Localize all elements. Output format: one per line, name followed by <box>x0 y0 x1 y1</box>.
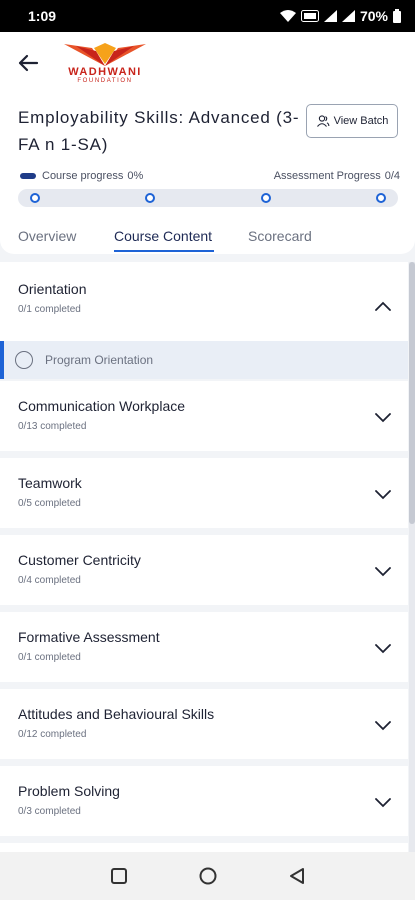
wadhwani-logo: WADHWANI FOUNDATION <box>60 42 150 84</box>
progress-milestone <box>145 193 156 203</box>
lesson-title: Program Orientation <box>45 353 154 367</box>
signal-icon <box>341 10 355 22</box>
module-formative-assessment[interactable]: Formative Assessment 0/1 completed <box>0 612 408 682</box>
progress-milestone <box>30 193 40 203</box>
status-icons: 70% <box>279 8 401 24</box>
tab-course-content[interactable]: Course Content <box>114 228 212 244</box>
view-batch-button[interactable]: View Batch <box>306 104 398 138</box>
course-progress-value: 0% <box>127 170 144 182</box>
module-status: 0/13 completed <box>18 421 87 432</box>
square-icon <box>110 868 127 884</box>
people-icon <box>316 115 329 127</box>
wifi-icon <box>279 10 296 22</box>
chevron-down-icon[interactable] <box>374 485 392 503</box>
home-button[interactable] <box>198 866 218 886</box>
logo-wings-icon <box>64 43 146 66</box>
chevron-down-icon[interactable] <box>374 793 392 811</box>
chevron-up-icon[interactable] <box>374 298 392 316</box>
progress-milestone <box>260 193 271 203</box>
module-status: 0/4 completed <box>18 575 81 586</box>
status-bar: 1:09 70% <box>0 0 415 32</box>
module-title: Formative Assessment <box>18 629 160 645</box>
module-orientation[interactable]: Orientation 0/1 completed Program Orient… <box>0 262 408 379</box>
course-progress-label: Course progress <box>42 170 124 182</box>
recents-button[interactable] <box>110 867 128 885</box>
battery-percent: 70% <box>359 8 388 24</box>
chevron-down-icon[interactable] <box>374 639 392 657</box>
triangle-back-icon <box>289 868 304 884</box>
chevron-down-icon[interactable] <box>374 716 392 734</box>
logo-subtitle: FOUNDATION <box>77 78 133 84</box>
progress-milestone <box>376 193 386 203</box>
module-status: 0/1 completed <box>18 652 81 663</box>
circle-icon <box>199 867 216 885</box>
module-title: Customer Centricity <box>18 552 141 568</box>
module-title: Problem Solving <box>18 783 120 799</box>
course-progress-legend-swatch <box>20 173 36 179</box>
volte-icon <box>300 10 319 22</box>
lesson-radio[interactable] <box>15 351 33 369</box>
module-customer-centricity[interactable]: Customer Centricity 0/4 completed <box>0 535 408 605</box>
module-next-partial[interactable] <box>0 843 408 852</box>
module-status: 0/12 completed <box>18 729 87 740</box>
module-title: Attitudes and Behavioural Skills <box>18 706 215 722</box>
chevron-down-icon[interactable] <box>374 408 392 426</box>
scrollbar[interactable] <box>409 262 415 852</box>
module-status: 0/5 completed <box>18 498 81 509</box>
module-problem-solving[interactable]: Problem Solving 0/3 completed <box>0 766 408 836</box>
back-button[interactable] <box>12 47 44 79</box>
module-teamwork[interactable]: Teamwork 0/5 completed <box>0 458 408 528</box>
view-batch-label: View Batch <box>333 115 389 127</box>
course-title: Employability Skills: Advanced (3-FA n 1… <box>18 108 300 154</box>
module-list[interactable]: Orientation 0/1 completed Program Orient… <box>0 262 408 852</box>
arrow-left-icon <box>18 54 39 72</box>
lesson-program-orientation[interactable]: Program Orientation <box>0 341 408 379</box>
progress-row: Course progress 0% Assessment Progress 0… <box>20 168 400 184</box>
module-status: 0/1 completed <box>18 304 81 315</box>
scrollbar-thumb[interactable] <box>409 262 415 524</box>
module-title: Orientation <box>18 281 87 297</box>
course-progress-bar <box>18 189 398 207</box>
module-title: Communication Workplace <box>18 398 186 414</box>
assessment-progress-label: Assessment Progress <box>273 170 381 182</box>
tab-overview[interactable]: Overview <box>18 228 76 244</box>
tab-scorecard[interactable]: Scorecard <box>248 228 312 244</box>
back-nav-button[interactable] <box>288 867 306 885</box>
module-attitudes-behavioural-skills[interactable]: Attitudes and Behavioural Skills 0/12 co… <box>0 689 408 759</box>
module-title: Teamwork <box>18 475 82 491</box>
assessment-progress-value: 0/4 <box>384 170 400 182</box>
signal-icon <box>323 10 337 22</box>
chevron-down-icon[interactable] <box>374 562 392 580</box>
course-tabs: Overview Course Content Scorecard <box>0 222 415 254</box>
active-tab-indicator <box>114 250 214 252</box>
app-header: WADHWANI FOUNDATION <box>0 32 415 94</box>
module-status: 0/3 completed <box>18 806 81 817</box>
logo-wordmark: WADHWANI <box>68 66 142 78</box>
system-nav-bar <box>0 852 415 900</box>
module-communication-workplace[interactable]: Communication Workplace 0/13 completed <box>0 381 408 451</box>
battery-icon <box>393 9 401 23</box>
status-time: 1:09 <box>28 8 57 24</box>
